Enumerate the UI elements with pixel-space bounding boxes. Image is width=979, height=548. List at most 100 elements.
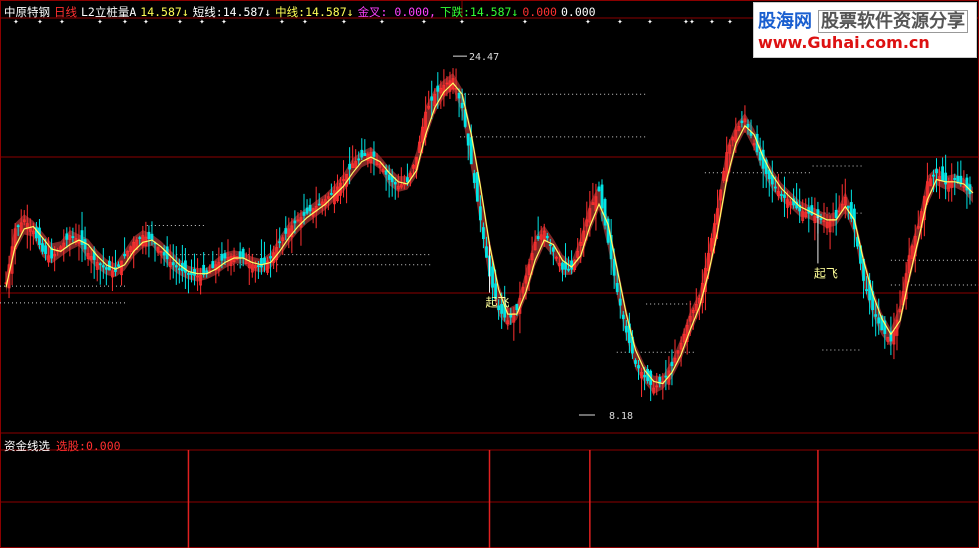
candle-body [509, 314, 513, 318]
candle-body [372, 151, 376, 157]
top-marker: ✦ [617, 17, 623, 27]
candle-body [935, 169, 938, 174]
candle-body [482, 227, 485, 239]
candle-body [478, 206, 482, 221]
candle-body [302, 212, 306, 216]
candle-body [117, 264, 120, 267]
candle-body [357, 158, 361, 161]
candle-body [41, 243, 44, 252]
candle-body [953, 177, 957, 180]
candle-body [956, 175, 960, 183]
candle-body [941, 166, 944, 181]
candle-body [393, 182, 397, 185]
mid-line [5, 82, 974, 385]
candle-body [846, 205, 850, 209]
candle-body [65, 233, 69, 240]
candle-body [740, 120, 744, 124]
candle-body [317, 203, 321, 206]
candle-body [293, 220, 297, 224]
down-value: 14.587↓ [469, 5, 519, 19]
main-indicator-header: 中原特钢 日线 L2立桩量A 14.587↓ 短线:14.587↓ 中线:14.587↓ 金… [4, 4, 600, 20]
candle-body [363, 153, 367, 156]
extra-value-1: 0.000 [522, 5, 557, 19]
candle-body [223, 253, 227, 259]
candle-body [834, 209, 838, 219]
price-chart[interactable]: ✦✦✦✦✦✦✦✦✦✦✦✦✦✦✦✦✦✦✦✦✦✦✦✦✦✦✦✦✦✦✦起飞起飞24.47… [0, 0, 979, 548]
candle-body [637, 365, 640, 369]
takeoff-label: 起飞 [814, 266, 838, 280]
candle-body [162, 252, 166, 256]
candle-body [746, 123, 750, 128]
candle-body [184, 260, 187, 273]
indicator-name: L2立桩量A [81, 5, 137, 19]
candle-body [485, 246, 488, 258]
candle-body [98, 263, 102, 266]
candle-body [256, 265, 260, 268]
candle-body [308, 204, 312, 212]
candle-body [545, 235, 549, 239]
candle-body [329, 193, 333, 195]
candle-body [284, 228, 288, 234]
candle-body [348, 163, 352, 170]
candle-body [460, 102, 464, 109]
sub-indicator-title: 资金线选 [4, 439, 50, 453]
candle-body [220, 253, 224, 261]
candle-body [819, 218, 823, 220]
low-label: 8.18 [609, 411, 633, 422]
candle-body [44, 245, 47, 254]
top-marker: ✦ [689, 17, 695, 27]
mid-line-label: 中线: [275, 5, 306, 19]
down-label: 下跌: [439, 5, 470, 19]
takeoff-label: 起飞 [486, 296, 510, 310]
mid-line-value: 14.587↓ [305, 5, 354, 19]
stock-name: 中原特钢 [4, 5, 50, 19]
top-marker: ✦ [709, 17, 715, 27]
logo-url: www.Guhai.com.cn [758, 33, 930, 52]
candle-body [101, 265, 105, 268]
candle-body [171, 262, 175, 266]
candle-body [634, 360, 637, 364]
candle-body [643, 374, 646, 378]
candle-body [405, 177, 409, 183]
candle-body [603, 199, 607, 226]
indicator-value: 14.587↓ [140, 5, 189, 19]
candle-body [615, 282, 619, 293]
candle-body [174, 265, 178, 268]
candle-body [150, 233, 154, 241]
candle-body [123, 253, 126, 257]
candle-body [138, 237, 142, 239]
candle-body [536, 236, 540, 239]
candle-body [758, 151, 762, 161]
period-label[interactable]: 日线 [54, 5, 77, 19]
logo-brand: 股海网 [758, 11, 812, 32]
candle-body [548, 244, 552, 246]
candle-body [211, 261, 215, 269]
candle-body [612, 258, 616, 276]
candle-body [491, 266, 494, 288]
top-marker: ✦ [647, 17, 653, 27]
candle-body [305, 207, 309, 214]
candle-body [670, 361, 674, 367]
top-marker: ✦ [727, 17, 733, 27]
candle-body [177, 268, 181, 271]
candle-body [38, 227, 41, 245]
candle-body [567, 268, 570, 271]
candle-body [865, 289, 868, 292]
candle-body [773, 186, 777, 189]
candle-body [597, 186, 601, 192]
candle-body [932, 174, 935, 177]
short-line-value: 14.587↓ [222, 5, 272, 19]
candle-body [269, 256, 272, 259]
candle-body [71, 236, 75, 238]
candle-body [570, 260, 574, 270]
candle-body [360, 149, 364, 158]
candle-body [238, 251, 242, 258]
candle-body [874, 314, 878, 317]
candle-body [430, 96, 434, 101]
trend-band [6, 73, 973, 394]
candle-body [551, 247, 555, 252]
candle-body [475, 172, 479, 202]
candle-body [241, 248, 245, 259]
candle-body [561, 262, 564, 270]
candle-body [104, 267, 108, 270]
